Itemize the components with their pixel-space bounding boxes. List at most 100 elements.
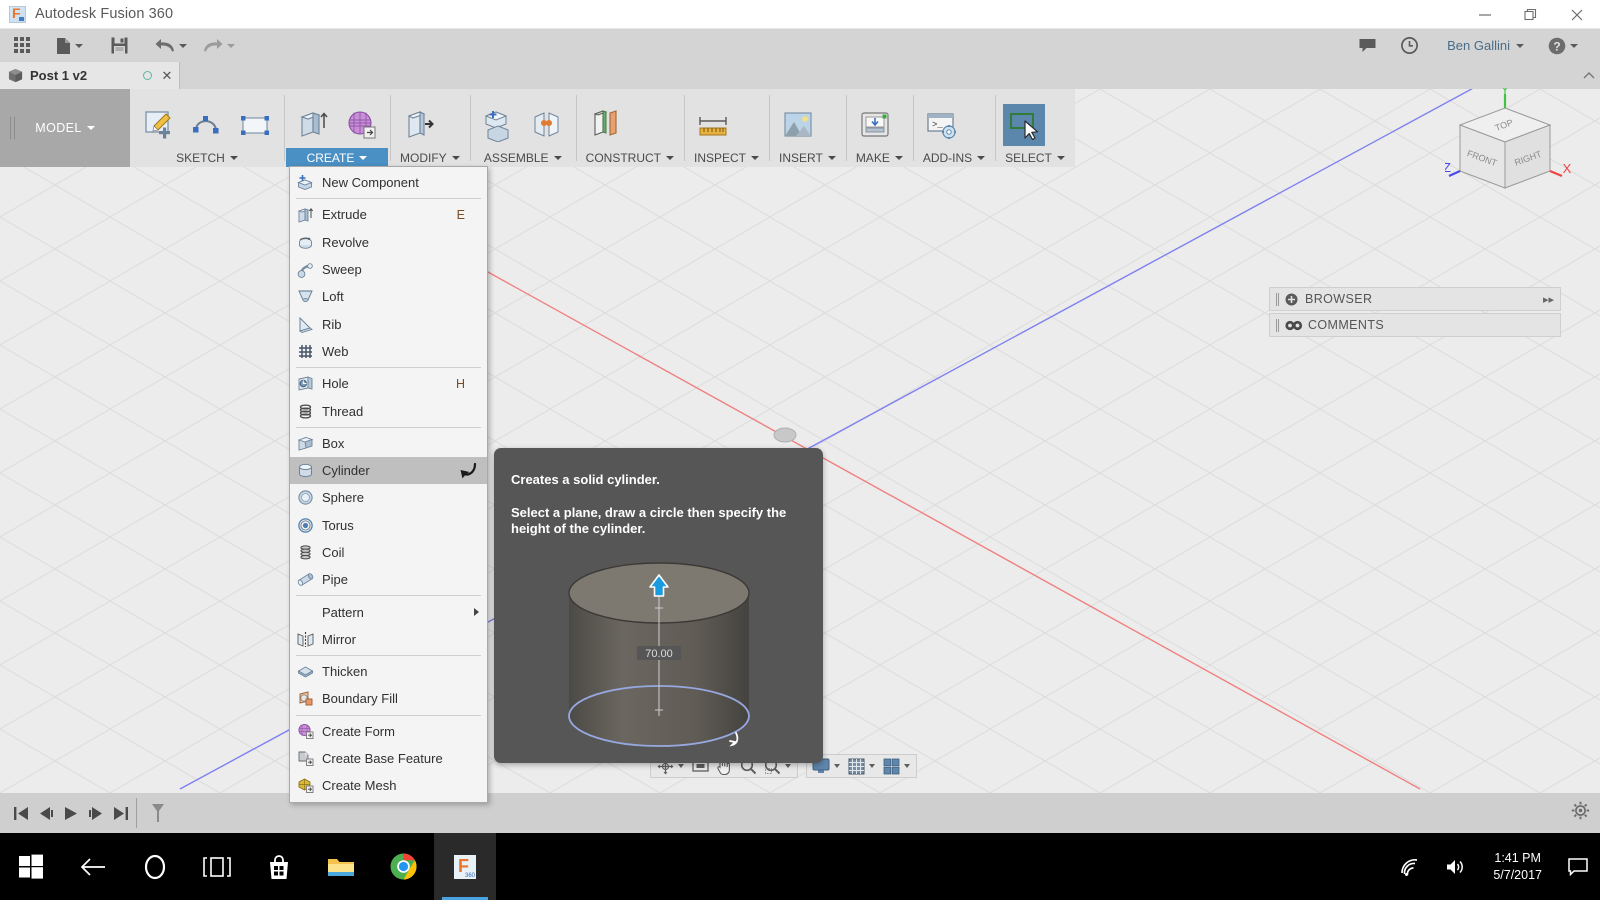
new-file-button[interactable] <box>56 29 87 62</box>
start-button[interactable] <box>0 833 62 900</box>
menu-item-new-component[interactable]: New Component <box>290 169 487 196</box>
chevron-down-icon[interactable] <box>751 155 760 160</box>
ribbon-panel-title-insert[interactable]: INSERT <box>771 148 844 167</box>
app-grid-button[interactable] <box>0 29 44 62</box>
menu-item-loft[interactable]: Loft <box>290 283 487 310</box>
task-view-button[interactable] <box>186 833 248 900</box>
menu-item-create-form[interactable]: Create Form <box>290 718 487 745</box>
cortana-button[interactable] <box>124 833 186 900</box>
action-center-icon[interactable] <box>1556 833 1600 900</box>
wifi-icon[interactable] <box>1387 833 1433 900</box>
press-pull-button[interactable] <box>398 104 440 146</box>
store-button[interactable] <box>248 833 310 900</box>
offset-plane-button[interactable] <box>584 104 626 146</box>
timeline-go-end-button[interactable] <box>108 793 133 833</box>
minimize-icon[interactable] <box>1462 0 1508 29</box>
job-status-button[interactable] <box>1389 29 1429 62</box>
timeline-go-start-button[interactable] <box>8 793 33 833</box>
comments-panel-header[interactable]: COMMENTS <box>1269 313 1561 337</box>
file-explorer-button[interactable] <box>310 833 372 900</box>
view-cube[interactable]: TOP FRONT RIGHT Y Z X <box>1443 83 1575 203</box>
insert-image-button[interactable] <box>777 104 819 146</box>
measure-button[interactable] <box>692 104 734 146</box>
sync-circle-icon[interactable] <box>143 71 152 80</box>
chrome-button[interactable] <box>372 833 434 900</box>
workspace-selector[interactable]: MODEL <box>0 89 130 167</box>
create-sketch-button[interactable] <box>138 104 180 146</box>
panel-grip-icon[interactable] <box>1276 292 1279 306</box>
spline-button[interactable] <box>186 104 228 146</box>
menu-item-pattern[interactable]: Pattern <box>290 598 487 625</box>
menu-item-torus[interactable]: Torus <box>290 512 487 539</box>
expand-right-icon[interactable]: ▸▸ <box>1543 293 1554 306</box>
chevron-down-icon[interactable] <box>904 764 910 768</box>
menu-item-sphere[interactable]: Sphere <box>290 484 487 511</box>
timeline-play-button[interactable] <box>58 793 83 833</box>
ribbon-panel-title-construct[interactable]: CONSTRUCT <box>578 148 682 167</box>
scripts-addins-button[interactable]: >_ <box>921 104 963 146</box>
menu-item-box[interactable]: Box <box>290 430 487 457</box>
menu-item-pipe[interactable]: Pipe <box>290 566 487 593</box>
menu-item-extrude[interactable]: Extrude E <box>290 201 487 228</box>
close-icon[interactable] <box>1554 0 1600 29</box>
chevron-down-icon[interactable] <box>666 155 674 160</box>
extrude-button[interactable] <box>292 104 334 146</box>
ribbon-panel-title-inspect[interactable]: INSPECT <box>686 148 767 167</box>
chevron-down-icon[interactable] <box>1056 155 1065 160</box>
timeline-marker[interactable] <box>143 793 173 833</box>
notifications-button[interactable] <box>1345 29 1389 62</box>
back-button[interactable] <box>62 833 124 900</box>
chevron-down-icon[interactable] <box>827 155 836 160</box>
menu-item-thicken[interactable]: Thicken <box>290 658 487 685</box>
menu-item-sweep[interactable]: Sweep <box>290 256 487 283</box>
menu-item-mirror[interactable]: Mirror <box>290 626 487 653</box>
menu-item-create-mesh[interactable]: Create Mesh <box>290 772 487 799</box>
viewports-button[interactable] <box>879 755 903 777</box>
menu-item-rib[interactable]: Rib <box>290 310 487 337</box>
ribbon-panel-title-sketch[interactable]: SKETCH <box>132 148 282 167</box>
timeline-step-back-button[interactable] <box>33 793 58 833</box>
chevron-down-icon[interactable] <box>359 155 368 160</box>
timeline-step-forward-button[interactable] <box>83 793 108 833</box>
ribbon-panel-title-create[interactable]: CREATE <box>286 148 388 167</box>
chevron-down-icon[interactable] <box>977 155 986 160</box>
timeline-settings-button[interactable] <box>1571 801 1590 825</box>
redo-button[interactable] <box>203 29 239 62</box>
chevron-down-icon[interactable] <box>1570 43 1578 48</box>
menu-item-web[interactable]: Web <box>290 338 487 365</box>
chevron-down-icon[interactable] <box>678 764 684 768</box>
fusion-360-button[interactable]: F 360 <box>434 833 496 900</box>
menu-item-thread[interactable]: Thread <box>290 397 487 424</box>
ribbon-panel-title-modify[interactable]: MODIFY <box>392 148 468 167</box>
menu-item-create-base-feature[interactable]: Create Base Feature <box>290 745 487 772</box>
chevron-down-icon[interactable] <box>451 155 460 160</box>
menu-item-coil[interactable]: Coil <box>290 539 487 566</box>
chevron-down-icon[interactable] <box>86 126 95 130</box>
chevron-down-icon[interactable] <box>75 43 83 48</box>
grid-snaps-button[interactable] <box>844 755 868 777</box>
chevron-down-icon[interactable] <box>229 155 238 160</box>
chevron-down-icon[interactable] <box>179 43 187 48</box>
select-tool-button[interactable] <box>1003 104 1046 146</box>
chevron-down-icon[interactable] <box>553 155 562 160</box>
browser-panel-header[interactable]: BROWSER ▸▸ <box>1269 287 1561 311</box>
menu-item-cylinder[interactable]: Cylinder <box>290 456 487 485</box>
chevron-down-icon[interactable] <box>869 764 875 768</box>
3d-print-button[interactable] <box>854 104 896 146</box>
chevron-down-icon[interactable] <box>834 764 840 768</box>
ribbon-panel-title-addins[interactable]: ADD-INS <box>915 148 993 167</box>
ribbon-panel-title-select[interactable]: SELECT <box>997 148 1073 167</box>
speaker-icon[interactable] <box>1433 833 1479 900</box>
joint-button[interactable] <box>526 104 568 146</box>
chevron-down-icon[interactable] <box>1516 43 1524 48</box>
user-menu-button[interactable]: Ben Gallini <box>1429 29 1532 62</box>
create-form-button[interactable] <box>340 104 382 146</box>
save-button[interactable] <box>97 29 141 62</box>
rectangle-button[interactable] <box>234 104 276 146</box>
menu-item-boundary-fill[interactable]: Boundary Fill <box>290 685 487 712</box>
tab-bar-collapse-icon[interactable] <box>1578 62 1600 89</box>
ribbon-panel-title-make[interactable]: MAKE <box>848 148 911 167</box>
panel-grip-icon[interactable] <box>1276 318 1279 332</box>
chevron-down-icon[interactable] <box>227 43 235 48</box>
menu-item-revolve[interactable]: Revolve <box>290 229 487 256</box>
